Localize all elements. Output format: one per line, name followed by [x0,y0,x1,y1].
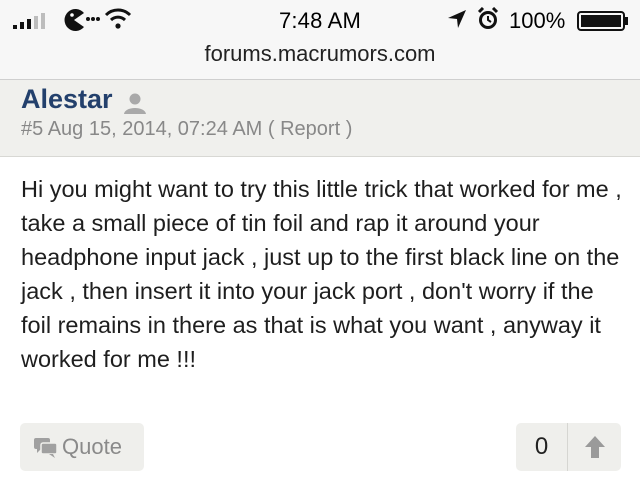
user-silhouette-icon [124,93,146,114]
address-bar[interactable]: forums.macrumors.com [0,40,640,80]
quote-label: Quote [62,434,122,459]
url-text[interactable]: forums.macrumors.com [0,41,640,67]
report-paren-open: ( [267,118,275,140]
status-bar: 7:48 AM 100% [0,0,640,40]
alarm-clock-icon [477,7,499,29]
location-arrow-icon [448,10,466,28]
post-meta: #5 Aug 15, 2014, 07:24 AM ( Report ) [21,118,352,141]
report-paren-close: ) [345,118,353,140]
report-link[interactable]: Report [280,118,340,140]
post-header: Alestar #5 Aug 15, 2014, 07:24 AM ( Repo… [0,80,640,157]
quote-button[interactable]: Quote [20,423,144,471]
browser-window: 7:48 AM 100% forums.macrumors.com Alesta… [0,0,640,477]
battery-percent: 100% [509,8,566,33]
like-widget: 0 [516,423,621,471]
post-date: Aug 15, 2014, 07:24 AM [47,118,263,140]
post-author-link[interactable]: Alestar [21,84,113,115]
post-number[interactable]: #5 [21,118,43,140]
battery-icon [577,11,628,31]
speech-bubble-icon [34,438,58,458]
arrow-up-icon[interactable] [584,435,606,459]
post-body: Hi you might want to try this little tri… [21,176,622,372]
like-count: 0 [516,423,568,471]
